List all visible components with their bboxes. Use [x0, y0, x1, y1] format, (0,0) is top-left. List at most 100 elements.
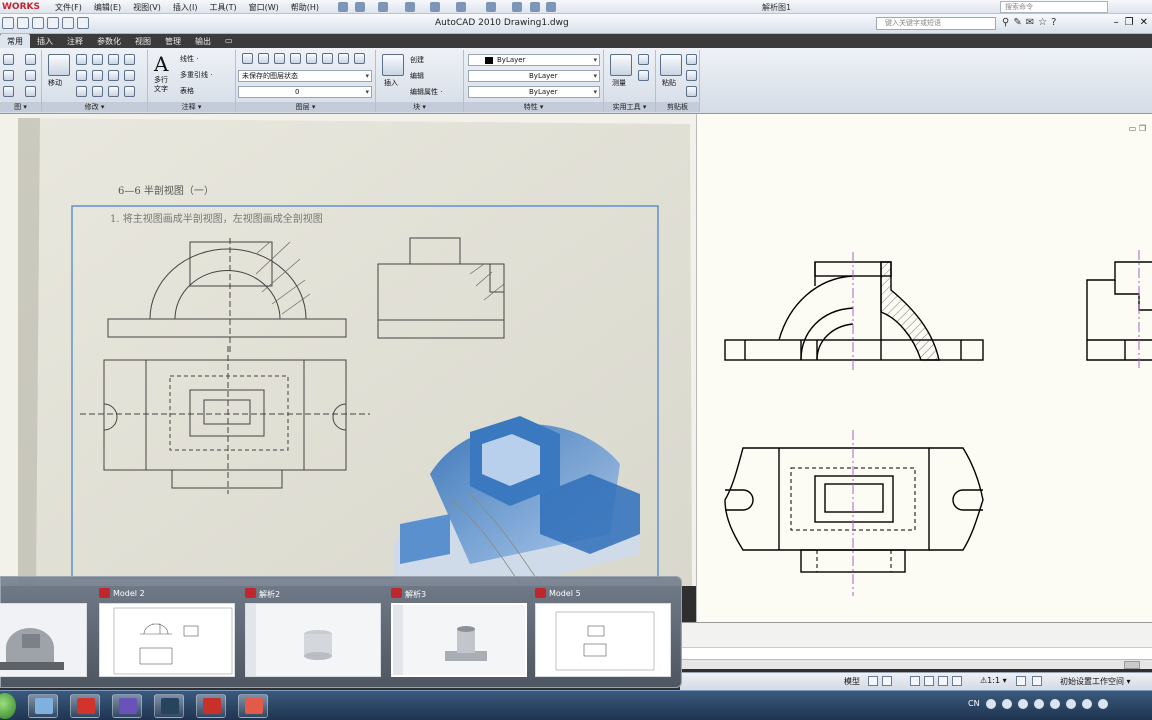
- options-icon[interactable]: [546, 2, 556, 12]
- ellipse-icon[interactable]: [3, 86, 14, 97]
- insert-label[interactable]: 插入: [384, 78, 398, 88]
- tab-parametric[interactable]: 参数化: [90, 34, 128, 48]
- current-layer-dropdown[interactable]: 0: [238, 86, 372, 98]
- match-props-icon[interactable]: [686, 86, 697, 97]
- taskbar-autocad[interactable]: [196, 694, 226, 718]
- save-icon[interactable]: [32, 17, 44, 29]
- menu-help[interactable]: 帮助(H): [291, 2, 319, 13]
- pan-icon[interactable]: [910, 676, 920, 686]
- scrollbar-thumb[interactable]: [1124, 661, 1140, 669]
- undo-icon[interactable]: [456, 2, 466, 12]
- edit-block-label[interactable]: 编辑: [410, 71, 424, 81]
- home-icon[interactable]: [338, 2, 348, 12]
- layer-state-dropdown[interactable]: 未保存的图层状态: [238, 70, 372, 82]
- solidworks-logo[interactable]: WORKS: [2, 2, 40, 12]
- new-icon[interactable]: [2, 17, 14, 29]
- move-label[interactable]: 移动: [48, 78, 62, 88]
- rectangle-icon[interactable]: [25, 70, 36, 81]
- menu-tools[interactable]: 工具(T): [209, 2, 236, 13]
- taskbar-recorder[interactable]: [154, 694, 184, 718]
- thumbnail-model5[interactable]: Model 5: [535, 585, 671, 683]
- layer-freeze-icon[interactable]: [274, 53, 285, 64]
- start-button[interactable]: [0, 693, 16, 719]
- layout-icon[interactable]: [868, 676, 878, 686]
- offset-icon[interactable]: [108, 86, 119, 97]
- explode-icon[interactable]: [108, 70, 119, 81]
- scale-icon[interactable]: [76, 86, 87, 97]
- help-icon[interactable]: ?: [1051, 17, 1056, 28]
- panel-title-modify[interactable]: 修改 ▾: [42, 102, 147, 112]
- taskbar-explorer[interactable]: [28, 694, 58, 718]
- drawing-canvas[interactable]: ▭ ❐: [696, 114, 1152, 622]
- panel-title-properties[interactable]: 特性 ▾: [464, 102, 603, 112]
- panel-title-clipboard[interactable]: 剪贴板: [656, 102, 699, 112]
- flag-icon[interactable]: [1049, 699, 1060, 709]
- thumbnail-analysis3[interactable]: 解析3: [391, 585, 527, 683]
- showmotion-icon[interactable]: [952, 676, 962, 686]
- multiline-text-label[interactable]: 多行 文字: [154, 76, 168, 94]
- menu-edit[interactable]: 编辑(E): [94, 2, 121, 13]
- cut-icon[interactable]: [686, 54, 697, 65]
- fillet-icon[interactable]: [92, 70, 103, 81]
- select-icon[interactable]: [486, 2, 496, 12]
- volume-icon[interactable]: [1065, 699, 1076, 709]
- restore-icon[interactable]: ❐: [1125, 17, 1134, 28]
- layer-walk-icon[interactable]: [354, 53, 365, 64]
- binoculars-icon[interactable]: ⚲: [1002, 17, 1009, 28]
- taskbar-audio-app[interactable]: [112, 694, 142, 718]
- arc-icon[interactable]: [25, 54, 36, 65]
- shield-icon[interactable]: [1033, 699, 1044, 709]
- calculator-icon[interactable]: [638, 70, 649, 81]
- panel-title-draw[interactable]: 图 ▾: [0, 102, 41, 112]
- layer-iso-icon[interactable]: [258, 53, 269, 64]
- network-icon[interactable]: [1017, 699, 1028, 709]
- layer-match-icon[interactable]: [322, 53, 333, 64]
- tab-output[interactable]: 输出: [188, 34, 218, 48]
- tab-manage[interactable]: 管理: [158, 34, 188, 48]
- zoom-icon[interactable]: [924, 676, 934, 686]
- thumbnail-model2[interactable]: Model 2: [99, 585, 235, 683]
- thumbnail-3d-model[interactable]: [0, 585, 87, 683]
- table-label[interactable]: 表格: [180, 86, 194, 96]
- paste-label[interactable]: 粘贴: [662, 78, 676, 88]
- autoscale-icon[interactable]: [1032, 676, 1042, 686]
- multileader-label[interactable]: 多重引线 ·: [180, 70, 212, 80]
- panel-title-annotation[interactable]: 注释 ▾: [148, 102, 235, 112]
- annotation-visibility-icon[interactable]: [1016, 676, 1026, 686]
- keyboard-icon[interactable]: [985, 699, 996, 709]
- edit-attribute-label[interactable]: 编辑属性 ·: [410, 87, 442, 97]
- layer-properties-icon[interactable]: [242, 53, 253, 64]
- mirror-icon[interactable]: [76, 70, 87, 81]
- communication-icon[interactable]: ✉: [1026, 17, 1034, 28]
- line-icon[interactable]: [3, 54, 14, 65]
- power-icon[interactable]: [1081, 699, 1092, 709]
- multiline-text-icon[interactable]: A: [154, 52, 168, 76]
- extend-icon[interactable]: [124, 86, 135, 97]
- erase-icon[interactable]: [108, 54, 119, 65]
- menu-window[interactable]: 窗口(W): [249, 2, 279, 13]
- move-icon[interactable]: [48, 54, 70, 76]
- create-block-label[interactable]: 创建: [410, 55, 424, 65]
- measure-icon[interactable]: [610, 54, 632, 76]
- keyword-search-input[interactable]: 键入关键字或短语: [876, 17, 996, 30]
- array-icon[interactable]: [92, 86, 103, 97]
- panel-title-layers[interactable]: 图层 ▾: [236, 102, 375, 112]
- menu-insert[interactable]: 插入(I): [173, 2, 198, 13]
- file-props-icon[interactable]: [530, 2, 540, 12]
- layout2-icon[interactable]: [882, 676, 892, 686]
- tab-annotate[interactable]: 注释: [60, 34, 90, 48]
- tab-home[interactable]: 常用: [0, 34, 30, 48]
- help-tray-icon[interactable]: [1001, 699, 1012, 709]
- panel-title-block[interactable]: 块 ▾: [376, 102, 463, 112]
- close-icon[interactable]: ✕: [1140, 17, 1148, 28]
- trim-icon[interactable]: [92, 54, 103, 65]
- copy-icon[interactable]: [124, 54, 135, 65]
- layer-off-icon[interactable]: [290, 53, 301, 64]
- tab-insert[interactable]: 插入: [30, 34, 60, 48]
- horizontal-scrollbar[interactable]: [680, 659, 1152, 669]
- subscription-icon[interactable]: ✎: [1013, 17, 1021, 28]
- solidworks-search-input[interactable]: 搜索命令: [1000, 1, 1108, 13]
- panel-title-utilities[interactable]: 实用工具 ▾: [604, 102, 655, 112]
- save-icon[interactable]: [405, 2, 415, 12]
- taskbar-solidworks[interactable]: [70, 694, 100, 718]
